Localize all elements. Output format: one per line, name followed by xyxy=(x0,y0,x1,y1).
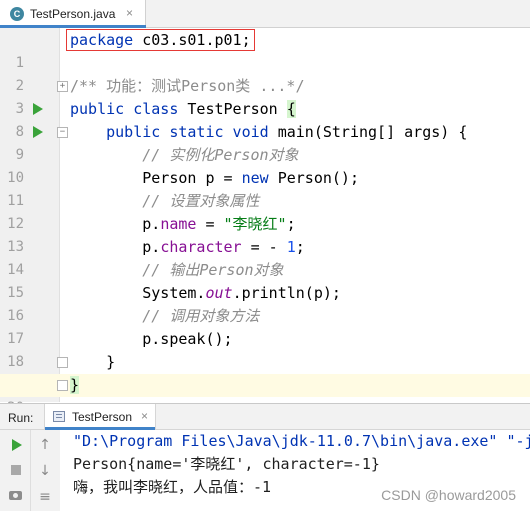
run-tab-testperson[interactable]: TestPerson × xyxy=(44,404,156,430)
code-text: Person p = new Person(); xyxy=(70,169,359,187)
code-text: } xyxy=(70,376,80,394)
code-line[interactable]: 2 xyxy=(0,52,530,94)
editor-tab-bar: C TestPerson.java × xyxy=(0,0,530,28)
comment-text: // 调用对象方法 xyxy=(70,307,260,325)
class-icon: C xyxy=(10,7,24,21)
code-line[interactable]: 10 // 实例化Person对象 xyxy=(0,144,530,186)
up-arrow-icon[interactable]: ↑ xyxy=(35,435,55,455)
watermark: CSDN @howard2005 xyxy=(381,487,516,503)
fold-collapse-icon[interactable]: − xyxy=(57,127,68,138)
console-line: 嗨，我叫李晓红，人品值：-1 xyxy=(73,478,272,496)
code-line[interactable]: 16 System.out.println(p); xyxy=(0,282,530,324)
fold-end-icon[interactable] xyxy=(57,380,68,391)
code-text: p.name = "李晓红"; xyxy=(70,215,296,233)
highlight-box: package c03.s01.p01; xyxy=(66,29,255,51)
soft-wrap-icon[interactable]: ≡ xyxy=(35,487,55,507)
stop-icon[interactable] xyxy=(11,465,21,475)
code-line[interactable]: 12 // 设置对象属性 xyxy=(0,190,530,232)
code-line[interactable]: 19 } xyxy=(0,351,530,393)
console-line: Person{name='李晓红', character=-1} xyxy=(73,455,380,473)
code-text: p.speak(); xyxy=(70,330,233,348)
run-config-icon xyxy=(53,411,65,422)
comment-text: // 设置对象属性 xyxy=(70,192,260,210)
run-panel-title: Run: xyxy=(8,411,34,425)
code-text: /** 功能：测试Person类 ...*/ xyxy=(70,77,305,95)
fold-expand-icon[interactable]: + xyxy=(57,81,68,92)
editor-tab-testperson[interactable]: C TestPerson.java × xyxy=(0,0,146,28)
screenshot-icon[interactable] xyxy=(9,491,22,500)
down-arrow-icon[interactable]: ↓ xyxy=(35,461,55,481)
toolbar-divider xyxy=(30,430,31,511)
run-gutter-icon[interactable] xyxy=(33,126,43,138)
code-line[interactable]: 1 package c03.s01.p01; xyxy=(0,29,530,71)
code-line[interactable]: 17 // 调用对象方法 xyxy=(0,305,530,347)
code-line[interactable]: 15 // 输出Person对象 xyxy=(0,259,530,301)
class-declaration: public class TestPerson { xyxy=(70,100,296,118)
code-line[interactable]: 14 p.character = - 1; xyxy=(0,236,530,278)
code-text: p.character = - 1; xyxy=(70,238,305,256)
code-line[interactable]: 9 − public static void main(String[] arg… xyxy=(0,121,530,163)
code-line[interactable]: 13 p.name = "李晓红"; xyxy=(0,213,530,255)
package-statement: package c03.s01.p01; xyxy=(66,29,255,52)
run-toolbar: ↑ ↓ ≡ xyxy=(0,430,60,511)
code-text: System.out.println(p); xyxy=(70,284,341,302)
code-line[interactable]: 18 p.speak(); xyxy=(0,328,530,370)
method-declaration: public static void main(String[] args) { xyxy=(106,123,468,141)
fold-end-icon[interactable] xyxy=(57,357,68,368)
console-line: "D:\Program Files\Java\jdk-11.0.7\bin\ja… xyxy=(73,432,530,450)
run-panel-header: Run: TestPerson × xyxy=(0,403,530,430)
editor-tab-label: TestPerson.java xyxy=(30,7,116,21)
close-icon[interactable]: × xyxy=(126,6,133,20)
code-line[interactable]: 3 + /** 功能：测试Person类 ...*/ xyxy=(0,75,530,117)
code-line[interactable]: 11 Person p = new Person(); xyxy=(0,167,530,209)
run-tab-label: TestPerson xyxy=(72,410,133,424)
code-line-current[interactable]: 20 } xyxy=(0,374,530,416)
code-line[interactable]: 8 public class TestPerson { xyxy=(0,98,530,140)
comment-text: // 输出Person对象 xyxy=(70,261,284,279)
comment-text: // 实例化Person对象 xyxy=(70,146,299,164)
close-icon[interactable]: × xyxy=(141,409,148,423)
code-text: } xyxy=(70,353,116,371)
run-gutter-icon[interactable] xyxy=(33,103,43,115)
rerun-icon[interactable] xyxy=(12,439,22,451)
